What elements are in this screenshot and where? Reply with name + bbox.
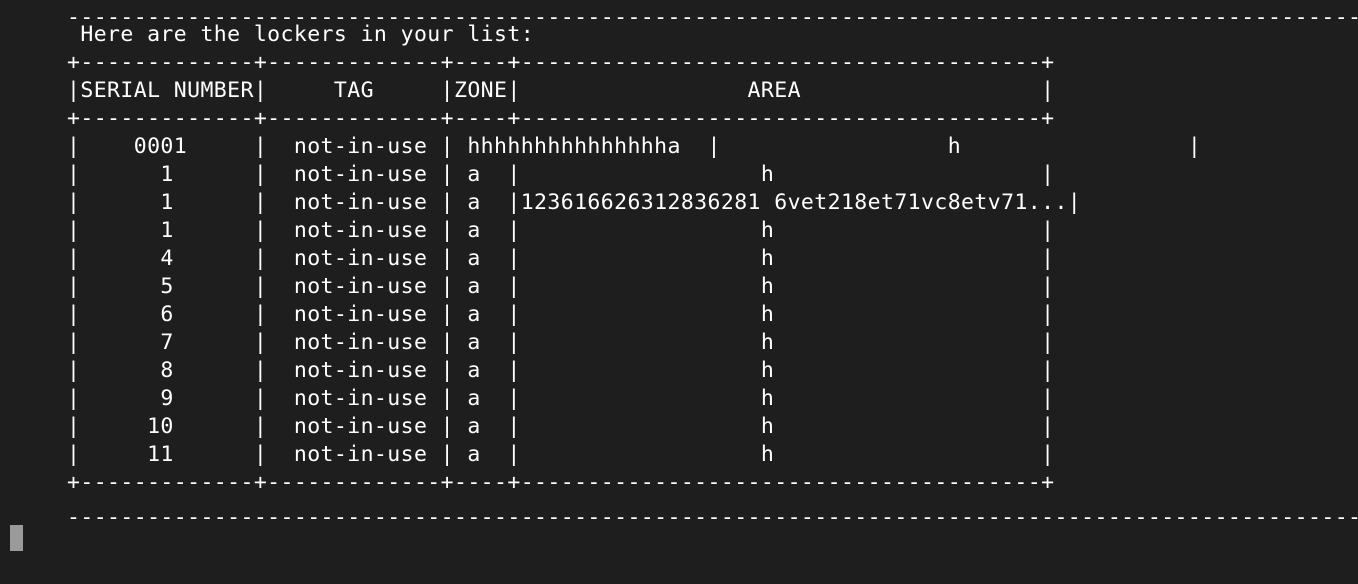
table-row: | 1 | not-in-use | a |123616626312836281… [67,190,1082,215]
table-row: | 5 | not-in-use | a | h | [67,274,1055,299]
table-row: | 1 | not-in-use | a | h | [67,218,1055,243]
table-row: | 6 | not-in-use | a | h | [67,302,1055,327]
table-row: | 9 | not-in-use | a | h | [67,386,1055,411]
table-row: | 8 | not-in-use | a | h | [67,358,1055,383]
table-row: | 7 | not-in-use | a | h | [67,330,1055,355]
table-row: | 10 | not-in-use | a | h | [67,414,1055,439]
bottom-separator: ----------------------------------------… [67,505,1358,530]
terminal-window[interactable]: ----------------------------------------… [0,0,1358,584]
heading-text: Here are the lockers in your list: [67,22,535,47]
terminal-cursor[interactable] [10,525,23,551]
table-border-top: +-------------+-------------+----+------… [67,50,1055,75]
table-row: | 11 | not-in-use | a | h | [67,442,1055,467]
table-row: | 1 | not-in-use | a | h | [67,162,1055,187]
table-border-header: +-------------+-------------+----+------… [67,106,1055,131]
table-row: | 0001 | not-in-use | hhhhhhhhhhhhhhha |… [67,134,1202,159]
table-header: |SERIAL NUMBER| TAG |ZONE| AREA | [67,78,1055,103]
table-row: | 4 | not-in-use | a | h | [67,246,1055,271]
table-border-bottom: +-------------+-------------+----+------… [67,470,1055,495]
